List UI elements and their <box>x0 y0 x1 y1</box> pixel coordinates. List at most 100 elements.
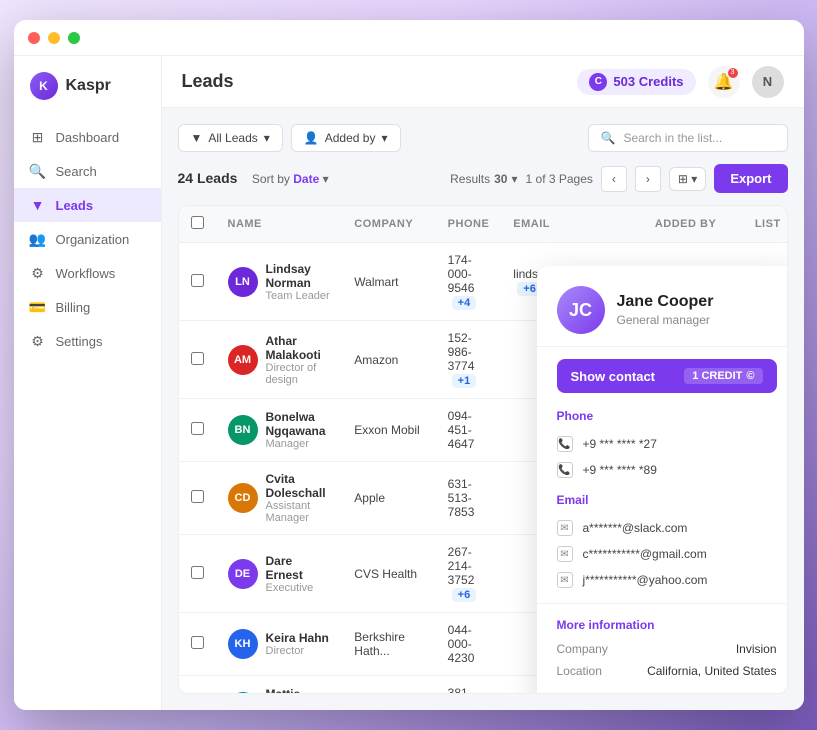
search-icon: 🔍 <box>601 131 616 145</box>
company-cell: CVS Health <box>342 535 435 613</box>
email-header: EMAIL <box>501 206 643 243</box>
results-select[interactable]: Results 30 ▾ <box>450 172 517 186</box>
sidebar-item-billing[interactable]: 💳 Billing <box>14 290 161 324</box>
header-right: C 503 Credits 🔔 3 N <box>577 66 783 98</box>
row-checkbox[interactable] <box>191 352 204 365</box>
name-cell: BN Bonelwa Ngqawana Manager <box>216 399 343 462</box>
next-page-button[interactable]: › <box>635 166 661 192</box>
leads-icon: ▼ <box>30 197 46 213</box>
credits-badge[interactable]: C 503 Credits <box>577 69 695 95</box>
logo-text: Kaspr <box>66 77 111 95</box>
phone-value-2: +9 *** **** *89 <box>583 463 657 477</box>
phone-section-label: Phone <box>537 409 788 431</box>
popup-avatar-image: JC <box>557 286 605 334</box>
popup-header: JC Jane Cooper General manager <box>537 266 788 347</box>
phone-cell: 152-986-3774+1 <box>436 321 502 399</box>
app-window: K Kaspr ⊞ Dashboard 🔍 Search ▼ Leads 👥 O… <box>14 20 804 710</box>
person-avatar: LN <box>228 267 258 297</box>
location-label: Location <box>557 664 602 678</box>
person-name: Lindsay Norman <box>266 262 331 290</box>
sidebar-item-workflows[interactable]: ⚙ Workflows <box>14 256 161 290</box>
email-section-label: Email <box>537 493 788 515</box>
user-avatar-button[interactable]: N <box>752 66 784 98</box>
person-icon: 👤 <box>304 131 319 145</box>
person-avatar: BN <box>228 415 258 445</box>
phone-extra-badge: +6 <box>452 588 477 602</box>
logo-area: K Kaspr <box>14 72 161 120</box>
row-checkbox[interactable] <box>191 490 204 503</box>
more-info-label: More information <box>557 618 777 632</box>
sidebar-item-dashboard[interactable]: ⊞ Dashboard <box>14 120 161 154</box>
added-by-filter[interactable]: 👤 Added by ▾ <box>291 124 401 152</box>
person-name: Athar Malakooti <box>266 334 331 362</box>
phone-value-1: +9 *** **** *27 <box>583 437 657 451</box>
leads-content: ▼ All Leads ▾ 👤 Added by ▾ 🔍 Search in t… <box>162 108 804 710</box>
show-contact-button[interactable]: Show contact 1 CREDIT © <box>557 359 777 393</box>
person-name: Cvita Doleschall <box>266 472 331 500</box>
phone-extra-badge: +1 <box>452 374 477 388</box>
phone-header: PHONE <box>436 206 502 243</box>
row-checkbox-cell <box>179 613 216 676</box>
table-wrapper: NAME COMPANY PHONE EMAIL ADDED BY LIST <box>178 205 788 694</box>
search-icon: 🔍 <box>30 163 46 179</box>
search-box[interactable]: 🔍 Search in the list... <box>588 124 788 152</box>
select-all-header <box>179 206 216 243</box>
filter-bar: ▼ All Leads ▾ 👤 Added by ▾ 🔍 Search in t… <box>178 124 788 152</box>
sidebar-item-organization[interactable]: 👥 Organization <box>14 222 161 256</box>
row-checkbox[interactable] <box>191 636 204 649</box>
person-avatar: DE <box>228 559 258 589</box>
results-value: 30 <box>494 172 507 186</box>
main-layout: K Kaspr ⊞ Dashboard 🔍 Search ▼ Leads 👥 O… <box>14 56 804 710</box>
maximize-button[interactable] <box>68 32 80 44</box>
row-checkbox-cell <box>179 535 216 613</box>
notifications-button[interactable]: 🔔 3 <box>708 66 740 98</box>
select-all-checkbox[interactable] <box>191 216 204 229</box>
filter-left: ▼ All Leads ▾ 👤 Added by ▾ <box>178 124 401 152</box>
person-title: Director of design <box>266 362 331 386</box>
location-value: California, United States <box>647 664 776 678</box>
person-info: Athar Malakooti Director of design <box>266 334 331 386</box>
phone-icon-2: 📞 <box>557 462 573 478</box>
company-header: COMPANY <box>342 206 435 243</box>
person-info: Mattie Blooman Coordinator <box>266 687 331 694</box>
row-checkbox-cell <box>179 243 216 321</box>
email-value-2: c***********@gmail.com <box>583 547 707 561</box>
person-name: Bonelwa Ngqawana <box>266 410 331 438</box>
view-toggle-button[interactable]: ⊞ ▾ <box>669 167 706 191</box>
workflows-icon: ⚙ <box>30 265 46 281</box>
location-row: Location California, United States <box>557 664 777 678</box>
row-checkbox[interactable] <box>191 422 204 435</box>
table-right: Results 30 ▾ 1 of 3 Pages ‹ › ⊞ ▾ Export <box>450 164 787 193</box>
sort-by-value[interactable]: Date <box>293 172 319 186</box>
row-checkbox[interactable] <box>191 566 204 579</box>
popup-avatar: JC <box>557 286 605 334</box>
credits-icon: C <box>589 73 607 91</box>
table-controls: 24 Leads Sort by Date ▾ Results 30 ▾ 1 o… <box>178 164 788 193</box>
email-icon-1: ✉ <box>557 520 573 536</box>
list-header: LIST <box>743 206 788 243</box>
phone-cell: 381-178-2619 <box>436 676 502 695</box>
more-info-section: More information Company Invision Locati… <box>537 603 788 678</box>
page-title: Leads <box>182 71 234 92</box>
sidebar-item-leads[interactable]: ▼ Leads <box>14 188 161 222</box>
sidebar-item-settings[interactable]: ⚙ Settings <box>14 324 161 358</box>
filter-icon: ▼ <box>191 131 203 145</box>
email-row-1: ✉ a*******@slack.com <box>537 515 788 541</box>
sidebar-item-label: Search <box>56 164 97 179</box>
person-avatar: AM <box>228 345 258 375</box>
phone-row-1: 📞 +9 *** **** *27 <box>537 431 788 457</box>
prev-page-button[interactable]: ‹ <box>601 166 627 192</box>
person-info: Cvita Doleschall Assistant Manager <box>266 472 331 524</box>
export-button[interactable]: Export <box>714 164 787 193</box>
close-button[interactable] <box>28 32 40 44</box>
name-cell: CD Cvita Doleschall Assistant Manager <box>216 462 343 535</box>
row-checkbox[interactable] <box>191 274 204 287</box>
all-leads-filter[interactable]: ▼ All Leads ▾ <box>178 124 283 152</box>
minimize-button[interactable] <box>48 32 60 44</box>
sidebar-item-label: Workflows <box>56 266 116 281</box>
company-label: Company <box>557 642 608 656</box>
sidebar-item-search[interactable]: 🔍 Search <box>14 154 161 188</box>
popup-name-area: Jane Cooper General manager <box>617 293 714 327</box>
company-cell: Berkshire Hath... <box>342 613 435 676</box>
popup-contact-name: Jane Cooper <box>617 293 714 311</box>
